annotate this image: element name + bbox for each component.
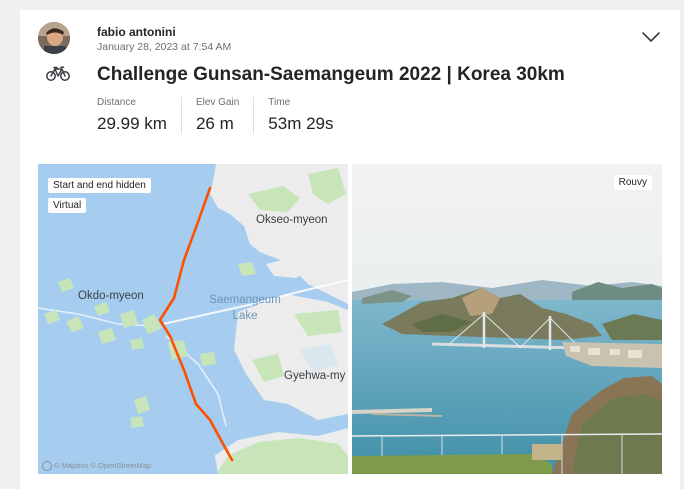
attribution-text: © Mapbox © OpenStreetMap: [54, 460, 151, 470]
stat-value: 29.99 km: [97, 114, 167, 133]
map-place-label: Gyehwa-my: [284, 370, 346, 382]
stat-distance: Distance 29.99 km: [97, 97, 181, 134]
stat-value: 26 m: [195, 114, 234, 133]
activity-stats: Distance 29.99 km Elev Gain 26 m Time 53…: [97, 97, 348, 134]
chevron-down-icon[interactable]: [640, 28, 662, 46]
map-place-label: Okseo-myeon: [256, 214, 328, 226]
bike-icon: [46, 66, 70, 82]
map-tag-hidden: Start and end hidden: [48, 178, 151, 193]
activity-title[interactable]: Challenge Gunsan-Saemangeum 2022 | Korea…: [97, 64, 565, 86]
stat-label: Time: [268, 97, 291, 108]
stat-elev-gain: Elev Gain 26 m: [180, 97, 253, 134]
map-place-label: Okdo-myeon: [78, 290, 144, 302]
avatar-photo: [38, 22, 70, 54]
activity-photo[interactable]: Rouvy: [352, 164, 662, 474]
map-lake-label: Saemangeum Lake: [202, 292, 288, 324]
photo-tag-rouvy: Rouvy: [613, 175, 652, 190]
mapbox-logo-icon: [42, 461, 52, 471]
stat-time: Time 53m 29s: [253, 97, 347, 134]
avatar[interactable]: [38, 22, 70, 54]
stat-value: 53m 29s: [268, 114, 334, 133]
stat-label: Distance: [97, 97, 136, 108]
activity-card: fabio antonini January 28, 2023 at 7:54 …: [20, 10, 680, 489]
activity-timestamp: January 28, 2023 at 7:54 AM: [97, 41, 232, 53]
stat-label: Elev Gain: [195, 97, 240, 108]
athlete-name[interactable]: fabio antonini: [97, 25, 176, 39]
map-tag-virtual: Virtual: [48, 198, 87, 213]
map-lake-label-line: Lake: [232, 310, 258, 322]
route-map[interactable]: Start and end hidden Virtual Okseo-myeon…: [38, 164, 348, 474]
map-attribution[interactable]: © Mapbox © OpenStreetMap: [42, 461, 151, 471]
map-lake-label-line: Saemangeum: [209, 294, 281, 306]
photo-graphic: [352, 164, 662, 474]
